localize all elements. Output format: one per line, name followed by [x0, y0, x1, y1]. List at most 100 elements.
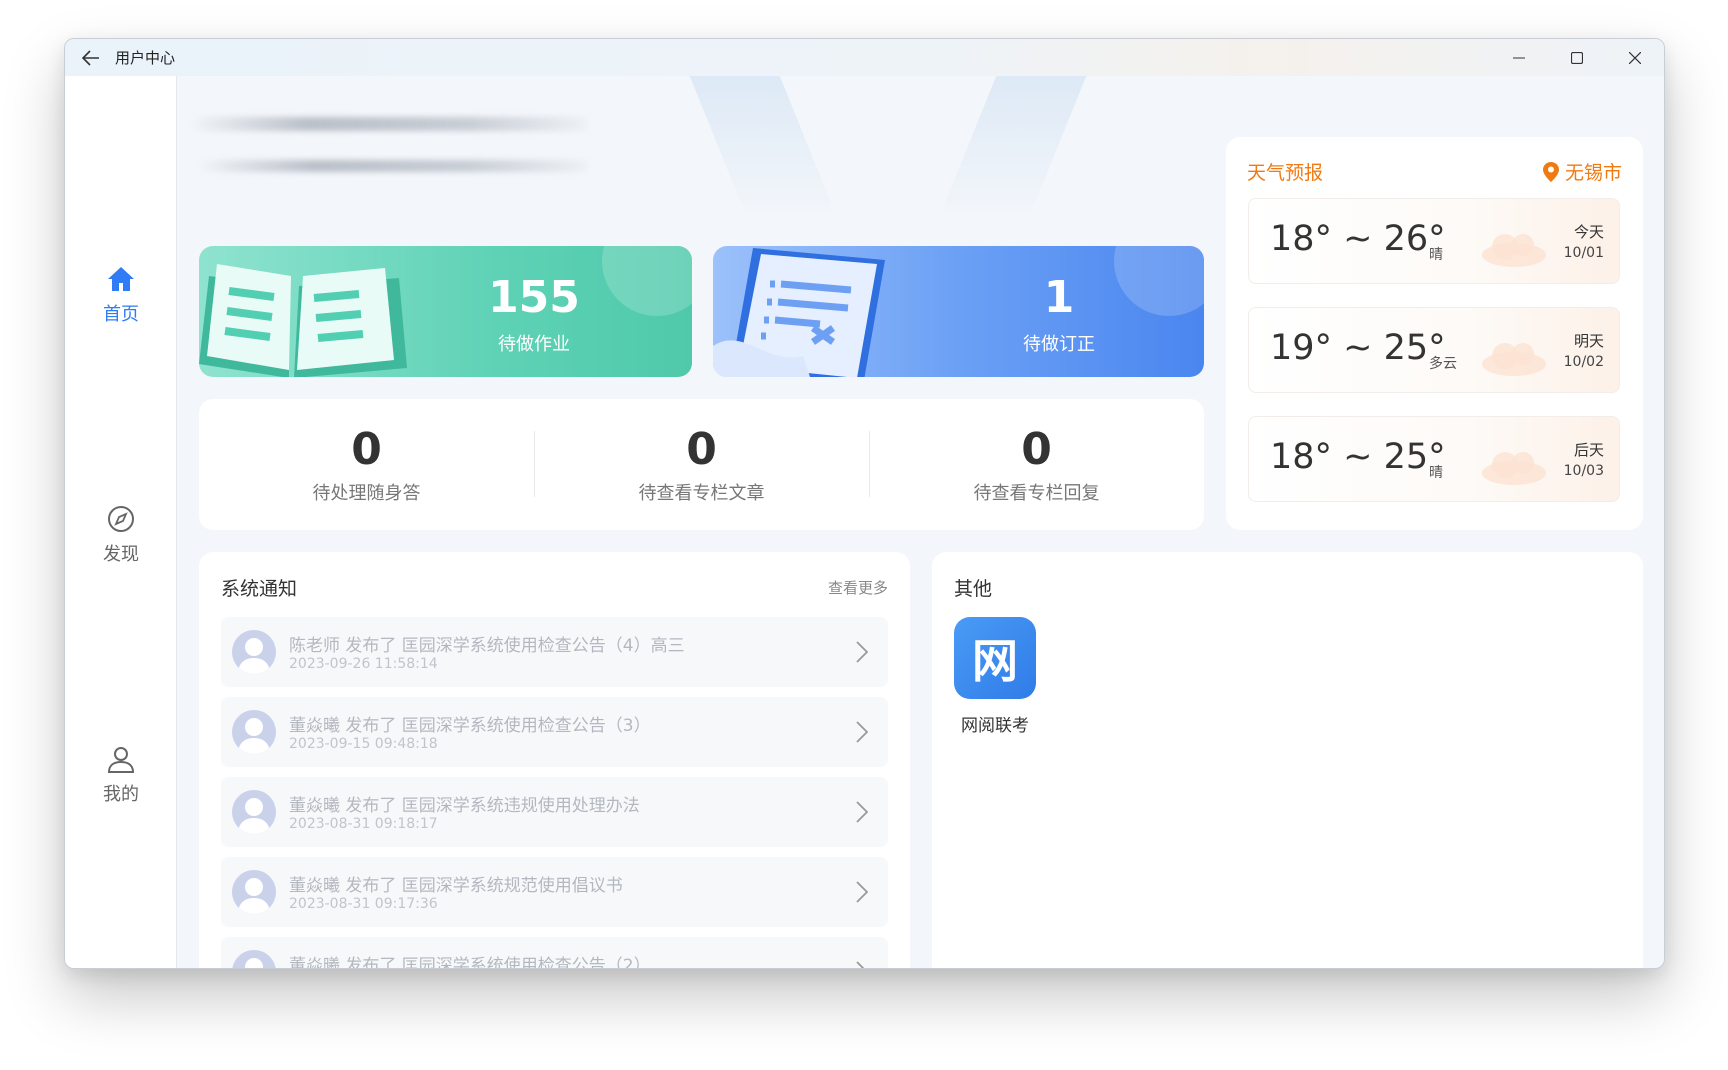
- chevron-right-icon: [856, 801, 868, 823]
- list-item[interactable]: 董焱曦 发布了 匡园深学系统使用检查公告（2）: [221, 937, 888, 968]
- homework-label: 待做作业: [498, 334, 570, 355]
- cloud-icon: [1482, 452, 1546, 485]
- other-title: 其他: [954, 578, 993, 600]
- list-item[interactable]: 董焱曦 发布了 匡园深学系统违规使用处理办法 2023-08-31 09:18:…: [221, 777, 888, 847]
- window-title: 用户中心: [115, 49, 176, 67]
- divider: [869, 431, 870, 497]
- chevron-right-icon: [856, 881, 868, 903]
- correction-label: 待做订正: [1023, 334, 1095, 355]
- stat-quick-answer[interactable]: 0 待处理随身答: [199, 399, 534, 530]
- weather-condition: 晴: [1429, 247, 1443, 263]
- other-panel: 其他 网 网阅联考: [932, 552, 1643, 968]
- stat-label: 待查看专栏文章: [638, 482, 765, 504]
- sidebar: 首页 发现 我的: [65, 76, 177, 968]
- weather-date: 10/03: [1563, 463, 1604, 479]
- stat-value: 0: [351, 423, 382, 475]
- window-controls: [1490, 39, 1664, 76]
- sidebar-item-label: 首页: [103, 304, 139, 325]
- notice-title: 系统通知: [221, 578, 298, 600]
- notice-time: 2023-09-15 09:48:18: [289, 736, 438, 752]
- close-button[interactable]: [1606, 39, 1664, 76]
- weather-title: 天气预报: [1247, 162, 1324, 184]
- divider: [534, 431, 535, 497]
- stats-card: 0 待处理随身答 0 待查看专栏文章 0 待查看专栏回复: [199, 399, 1204, 530]
- paper-icon: [713, 248, 885, 377]
- app-tile-online-exam[interactable]: 网 网阅联考: [954, 617, 1036, 736]
- correction-count: 1: [1043, 272, 1075, 323]
- background-decoration: [939, 76, 1087, 216]
- maximize-button[interactable]: [1548, 39, 1606, 76]
- chevron-right-icon: [856, 641, 868, 663]
- notice-list: 陈老师 发布了 匡园深学系统使用检查公告（4）高三 2023-09-26 11:…: [221, 617, 888, 968]
- chevron-right-icon: [856, 721, 868, 743]
- stat-column-articles[interactable]: 0 待查看专栏文章: [534, 399, 869, 530]
- default-avatar-icon: [238, 638, 270, 674]
- app-name: 网阅联考: [961, 716, 1029, 736]
- sidebar-item-home[interactable]: 首页: [65, 264, 177, 326]
- homework-card[interactable]: 155 待做作业: [199, 246, 692, 377]
- temperature-range: 19° ~ 25°: [1270, 328, 1446, 368]
- default-avatar-icon: [238, 718, 270, 754]
- list-item[interactable]: 陈老师 发布了 匡园深学系统使用检查公告（4）高三 2023-09-26 11:…: [221, 617, 888, 687]
- weather-day-label: 今天: [1573, 223, 1604, 241]
- weather-condition: 多云: [1429, 356, 1457, 372]
- title-bar: 用户中心: [65, 39, 1664, 76]
- stat-column-replies[interactable]: 0 待查看专栏回复: [869, 399, 1204, 530]
- weather-panel: 天气预报 无锡市 18° ~ 26° 晴 今天 10/01 19° ~ 25° …: [1226, 137, 1643, 530]
- notice-text: 董焱曦 发布了 匡园深学系统使用检查公告（2）: [289, 956, 651, 968]
- weather-day-label: 后天: [1573, 441, 1604, 459]
- minimize-button[interactable]: [1490, 39, 1548, 76]
- sidebar-item-label: 我的: [103, 784, 139, 805]
- home-icon: [108, 267, 134, 291]
- user-name-redacted: [190, 117, 588, 131]
- homework-count: 155: [488, 272, 580, 323]
- sidebar-item-mine[interactable]: 我的: [65, 744, 177, 806]
- stat-label: 待查看专栏回复: [973, 482, 1100, 504]
- weather-day-tomorrow: 19° ~ 25° 多云 明天 10/02: [1248, 307, 1620, 393]
- sidebar-item-label: 发现: [103, 544, 139, 565]
- back-button[interactable]: [73, 39, 109, 76]
- stat-label: 待处理随身答: [312, 482, 421, 504]
- temperature-range: 18° ~ 26°: [1270, 219, 1446, 259]
- notice-time: 2023-08-31 09:18:17: [289, 816, 438, 832]
- maximize-icon: [1571, 51, 1583, 64]
- user-info-redacted: [198, 160, 588, 172]
- cloud-icon: [1482, 234, 1546, 267]
- arrow-left-icon: [82, 49, 99, 66]
- notice-time: 2023-08-31 09:17:36: [289, 896, 438, 912]
- location-name: 无锡市: [1564, 162, 1622, 184]
- compass-icon: [108, 506, 134, 532]
- app-icon: 网: [954, 617, 1036, 699]
- avatar: [232, 710, 276, 754]
- app-window: 用户中心 首页 发现 我的 155 待做作业 1 待做订正 0 待处理随身答 0…: [64, 38, 1665, 969]
- book-icon: [199, 264, 407, 377]
- weather-date: 10/01: [1563, 245, 1604, 261]
- close-icon: [1629, 51, 1641, 64]
- background-decoration: [689, 76, 837, 216]
- default-avatar-icon: [238, 878, 270, 914]
- default-avatar-icon: [245, 958, 263, 968]
- user-icon: [107, 747, 135, 773]
- location-pin-icon: [1542, 161, 1559, 182]
- weather-date: 10/02: [1563, 354, 1604, 370]
- avatar: [232, 870, 276, 914]
- notice-time: 2023-09-26 11:58:14: [289, 656, 438, 672]
- notice-text: 董焱曦 发布了 匡园深学系统规范使用倡议书: [289, 876, 623, 896]
- correction-card[interactable]: 1 待做订正: [713, 246, 1204, 377]
- list-item[interactable]: 董焱曦 发布了 匡园深学系统规范使用倡议书 2023-08-31 09:17:3…: [221, 857, 888, 927]
- sidebar-item-discover[interactable]: 发现: [65, 504, 177, 566]
- default-avatar-icon: [238, 798, 270, 834]
- view-more-link[interactable]: 查看更多: [828, 577, 888, 598]
- main-content: 155 待做作业 1 待做订正 0 待处理随身答 0 待查看专栏文章 0 待查看…: [178, 76, 1664, 968]
- avatar: [232, 790, 276, 834]
- stat-value: 0: [686, 423, 717, 475]
- notice-text: 董焱曦 发布了 匡园深学系统违规使用处理办法: [289, 796, 640, 816]
- system-notice-panel: 系统通知 查看更多 陈老师 发布了 匡园深学系统使用检查公告（4）高三 2023…: [199, 552, 910, 968]
- cloud-icon: [1482, 343, 1546, 376]
- temperature-range: 18° ~ 25°: [1270, 437, 1446, 477]
- avatar: [232, 630, 276, 674]
- list-item[interactable]: 董焱曦 发布了 匡园深学系统使用检查公告（3） 2023-09-15 09:48…: [221, 697, 888, 767]
- notice-text: 董焱曦 发布了 匡园深学系统使用检查公告（3）: [289, 716, 651, 736]
- avatar: [232, 950, 276, 968]
- weather-location[interactable]: 无锡市: [1542, 158, 1622, 185]
